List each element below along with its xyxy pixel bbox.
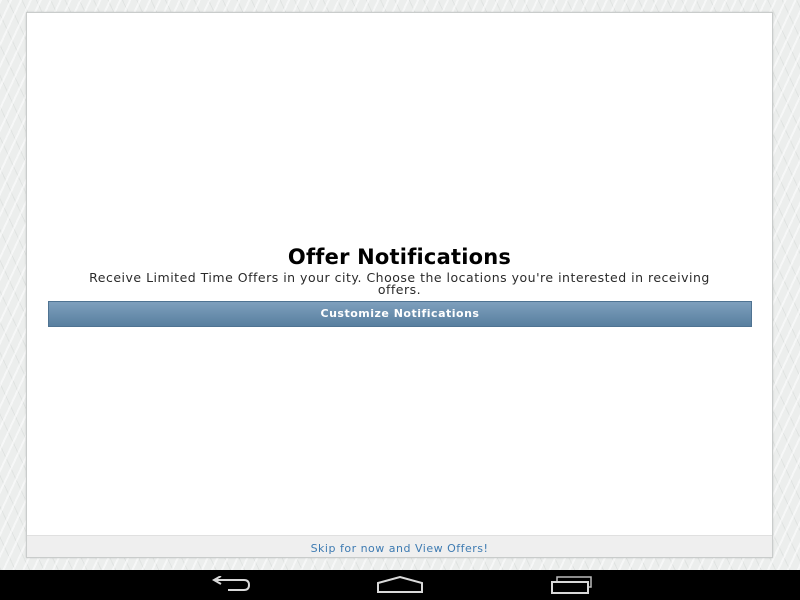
footer-bar: Skip for now and View Offers!: [27, 535, 772, 557]
dialog-content: Offer Notifications Receive Limited Time…: [27, 245, 772, 296]
dialog-title: Offer Notifications: [287, 245, 512, 269]
back-button[interactable]: [199, 573, 259, 597]
back-icon: [206, 576, 252, 594]
dialog-description: Receive Limited Time Offers in your city…: [89, 270, 710, 297]
system-navigation-bar: [0, 570, 800, 600]
skip-link[interactable]: Skip for now and View Offers!: [311, 542, 489, 555]
customize-notifications-button[interactable]: Customize Notifications: [48, 301, 752, 327]
recent-apps-icon: [548, 576, 596, 594]
home-icon: [376, 576, 424, 594]
offer-notifications-card: Offer Notifications Receive Limited Time…: [26, 12, 773, 558]
recent-apps-button[interactable]: [542, 573, 602, 597]
home-button[interactable]: [370, 573, 430, 597]
